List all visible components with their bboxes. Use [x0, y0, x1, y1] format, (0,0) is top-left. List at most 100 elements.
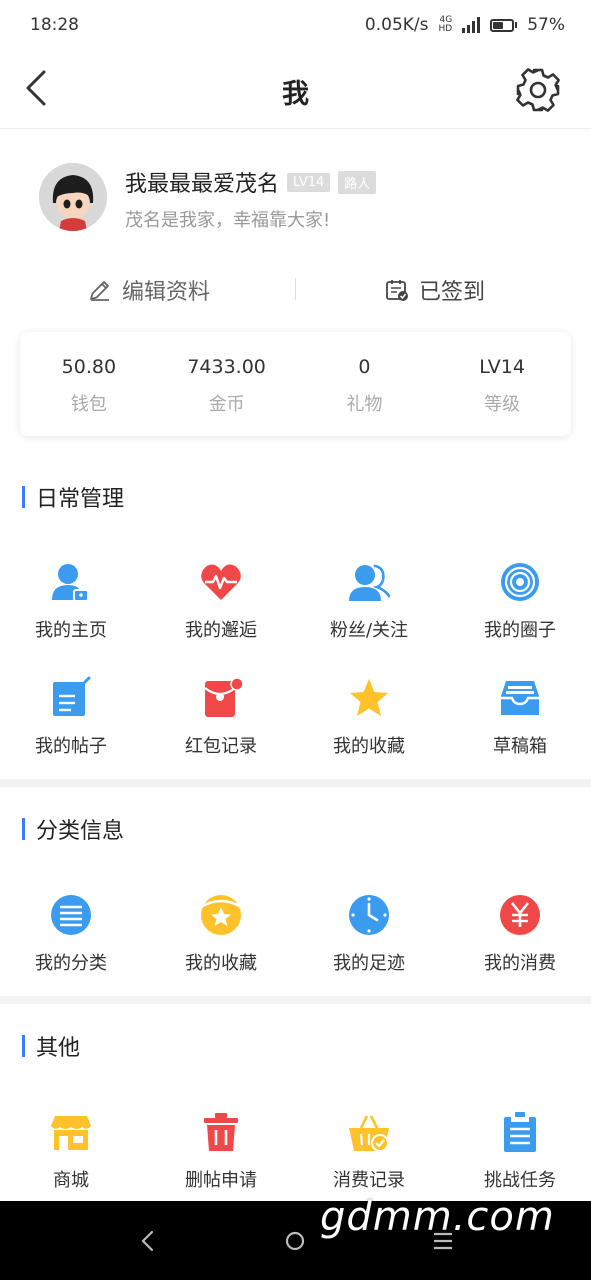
menu-item-my-spending[interactable]: 我的消费 [446, 893, 591, 983]
stats-card: 50.80 钱包 7433.00 金币 0 礼物 LV14 等级 [20, 332, 571, 436]
menu-item-drafts[interactable]: 草稿箱 [446, 676, 591, 766]
stat-value: 0 [358, 356, 371, 378]
menu-item-category-favorites[interactable]: 我的收藏 [147, 893, 295, 983]
stat-value: 50.80 [61, 356, 117, 378]
status-bar: 18:28 0.05K/s 4G HD 57% [0, 0, 591, 50]
menu-item-label: 红包记录 [185, 736, 257, 757]
battery-percent: 57% [527, 15, 565, 35]
stat-value: 7433.00 [187, 356, 266, 378]
menu-item-label: 我的主页 [35, 620, 107, 641]
menu-item-red-packets[interactable]: 红包记录 [147, 676, 295, 766]
menu-item-label: 我的分类 [35, 953, 107, 974]
signal-icon [462, 17, 481, 33]
edit-post-icon [53, 676, 91, 716]
menu-item-my-encounters[interactable]: 我的邂逅 [147, 560, 295, 650]
section-title-daily: 日常管理 [22, 481, 124, 513]
section-title-category: 分类信息 [22, 813, 124, 845]
profile-actions: 编辑资料 已签到 [0, 262, 591, 318]
stat-label: 等级 [484, 394, 521, 415]
section-separator [0, 996, 591, 1004]
level-badge: LV14 [287, 172, 331, 192]
clock-icon [349, 895, 389, 935]
stat-gifts[interactable]: 0 礼物 [296, 332, 434, 436]
inbox-tray-icon [501, 681, 539, 715]
menu-item-label: 粉丝/关注 [329, 620, 409, 641]
stat-label: 金币 [208, 394, 245, 415]
menu-item-label: 草稿箱 [493, 736, 547, 757]
menu-item-spending-records[interactable]: 消费记录 [295, 1110, 443, 1200]
star-icon [350, 679, 388, 716]
star-badge-icon [200, 895, 242, 935]
menu-item-my-home[interactable]: 我的主页 [0, 560, 145, 650]
menu-item-label: 我的收藏 [333, 736, 405, 757]
watermark: gdmm.com [320, 1194, 555, 1240]
nav-bar: 我 [0, 50, 591, 129]
edit-profile-label: 编辑资料 [122, 280, 211, 305]
profile-name-row: 我最最最爱茂名 LV14 路人 [125, 166, 377, 198]
menu-item-label: 我的圈子 [484, 620, 556, 641]
followers-icon [349, 564, 391, 601]
actions-divider [295, 278, 296, 300]
menu-item-label: 商城 [53, 1170, 89, 1191]
section-accent-bar [22, 1035, 25, 1057]
gear-icon[interactable] [514, 66, 562, 114]
menu-item-followers[interactable]: 粉丝/关注 [295, 560, 443, 650]
stat-wallet[interactable]: 50.80 钱包 [20, 332, 158, 436]
system-home-icon[interactable] [277, 1223, 313, 1259]
network-type-icon: 4G HD [438, 15, 453, 34]
heartbeat-icon [201, 564, 241, 600]
list-circle-icon [51, 895, 91, 935]
section-title-text: 日常管理 [36, 487, 125, 512]
menu-item-my-footprints[interactable]: 我的足迹 [295, 893, 443, 983]
status-indicators: 0.05K/s 4G HD 57% [365, 15, 565, 35]
shop-icon [51, 1116, 91, 1150]
system-back-icon[interactable] [130, 1223, 166, 1259]
profile-motto: 茂名是我家，幸福靠大家! [125, 210, 331, 231]
stat-level[interactable]: LV14 等级 [433, 332, 571, 436]
basket-icon [349, 1115, 389, 1152]
battery-icon [490, 18, 518, 32]
circle-target-icon [501, 563, 539, 601]
section-title-text: 分类信息 [36, 819, 125, 844]
section-accent-bar [22, 486, 25, 508]
stat-coins[interactable]: 7433.00 金币 [158, 332, 296, 436]
user-home-icon [52, 564, 89, 602]
yuan-icon [500, 895, 540, 935]
menu-item-my-favorites[interactable]: 我的收藏 [295, 676, 443, 766]
menu-item-my-circle[interactable]: 我的圈子 [446, 560, 591, 650]
menu-item-my-posts[interactable]: 我的帖子 [0, 676, 145, 766]
edit-profile-button[interactable]: 编辑资料 [88, 262, 210, 318]
stat-label: 礼物 [346, 394, 383, 415]
pencil-icon [90, 281, 109, 301]
status-time: 18:28 [30, 15, 79, 35]
page-title: 我 [282, 79, 309, 110]
menu-item-label: 删帖申请 [185, 1170, 257, 1191]
net-speed: 0.05K/s [364, 15, 429, 35]
section-accent-bar [22, 818, 25, 840]
menu-item-label: 我的邂逅 [185, 620, 257, 641]
red-packet-icon [204, 677, 243, 717]
menu-item-shop[interactable]: 商城 [0, 1110, 145, 1200]
section-separator [0, 779, 591, 787]
section-title-text: 其他 [36, 1036, 81, 1061]
signin-button[interactable]: 已签到 [385, 262, 485, 318]
trash-icon [204, 1113, 238, 1151]
menu-item-delete-request[interactable]: 删帖申请 [147, 1110, 295, 1200]
menu-item-label: 我的消费 [484, 953, 556, 974]
menu-item-label: 消费记录 [333, 1170, 405, 1191]
stat-value: LV14 [479, 356, 525, 378]
menu-item-label: 挑战任务 [484, 1170, 556, 1191]
clipboard-icon [504, 1112, 536, 1152]
menu-item-label: 我的帖子 [35, 736, 107, 757]
menu-item-challenge-tasks[interactable]: 挑战任务 [446, 1110, 591, 1200]
role-badge: 路人 [338, 170, 377, 194]
stat-label: 钱包 [70, 394, 107, 415]
avatar[interactable] [39, 163, 107, 231]
calendar-check-icon [386, 280, 408, 301]
menu-item-label: 我的足迹 [333, 953, 405, 974]
section-title-other: 其他 [22, 1030, 80, 1062]
menu-item-label: 我的收藏 [185, 953, 257, 974]
avatar-image [39, 163, 107, 231]
menu-item-my-categories[interactable]: 我的分类 [0, 893, 145, 983]
signin-label: 已签到 [419, 280, 486, 305]
